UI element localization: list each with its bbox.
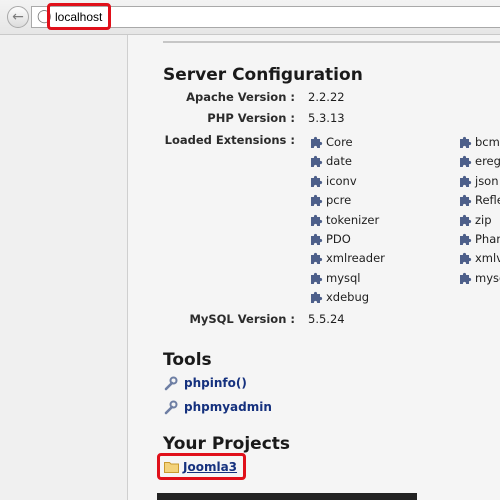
- extension-name: xdebug: [326, 290, 370, 305]
- extension-name: Phar: [475, 232, 500, 246]
- extension-name: Refle: [475, 193, 500, 208]
- extension-name: bcma: [475, 135, 500, 149]
- extension-name: xmlreader: [326, 251, 385, 266]
- extension-name: zip: [475, 212, 492, 227]
- tool-label: phpmyadmin: [184, 400, 272, 414]
- php-version-value: 5.3.13: [308, 111, 345, 125]
- puzzle-icon: [311, 214, 323, 226]
- extension-name: mysq: [475, 270, 500, 285]
- sidebar-panel: [0, 35, 128, 500]
- apache-version-label: Apache Version :: [186, 90, 295, 104]
- cut-off-heading: [157, 493, 417, 500]
- your-projects-heading: Your Projects: [163, 434, 291, 454]
- main-content: Server Configuration Apache Version : 2.…: [128, 35, 500, 500]
- extension-name: tokenizer: [326, 212, 380, 227]
- top-divider: [163, 41, 500, 43]
- extension-name: Core: [326, 135, 353, 149]
- puzzle-icon: [311, 136, 323, 148]
- puzzle-icon: [460, 214, 472, 226]
- puzzle-icon: [311, 272, 323, 284]
- address-bar[interactable]: ◯ localhost: [31, 6, 500, 28]
- extension-name: xmlv: [475, 251, 500, 266]
- wrench-icon: [164, 376, 178, 391]
- apache-version-value: 2.2.22: [308, 90, 345, 104]
- puzzle-icon: [311, 175, 323, 187]
- tool-label: phpinfo(): [184, 376, 247, 390]
- php-version-label: PHP Version :: [207, 111, 295, 125]
- wrench-icon: [164, 400, 178, 415]
- extension-name: date: [326, 154, 352, 169]
- extension-name: ereg: [475, 154, 500, 169]
- extension-name: iconv: [326, 173, 357, 188]
- extension-name: json: [475, 173, 499, 188]
- puzzle-icon: [311, 292, 323, 304]
- extension-name: PDO: [326, 232, 351, 246]
- puzzle-icon: [460, 175, 472, 187]
- mysql-version-value: 5.5.24: [308, 312, 345, 326]
- folder-icon: [164, 462, 179, 473]
- loaded-extensions-label: Loaded Extensions :: [164, 133, 295, 147]
- puzzle-icon: [311, 156, 323, 168]
- puzzle-icon: [460, 233, 472, 245]
- browser-toolbar: ← ◯ localhost: [0, 0, 500, 35]
- puzzle-icon: [311, 233, 323, 245]
- server-configuration-heading: Server Configuration: [163, 65, 363, 85]
- back-arrow-icon: ←: [12, 9, 24, 25]
- puzzle-icon: [311, 195, 323, 207]
- mysql-version-label: MySQL Version :: [189, 312, 295, 326]
- extension-name: mysql: [326, 270, 361, 285]
- extension-name: pcre: [326, 193, 352, 208]
- puzzle-icon: [460, 136, 472, 148]
- puzzle-icon: [460, 253, 472, 265]
- puzzle-icon: [460, 272, 472, 284]
- project-label: Joomla3: [183, 460, 238, 474]
- puzzle-icon: [460, 195, 472, 207]
- tools-heading: Tools: [163, 350, 212, 370]
- puzzle-icon: [460, 156, 472, 168]
- globe-icon: ◯: [37, 9, 52, 24]
- back-button[interactable]: ←: [7, 6, 29, 28]
- url-text: localhost: [55, 10, 103, 24]
- puzzle-icon: [311, 253, 323, 265]
